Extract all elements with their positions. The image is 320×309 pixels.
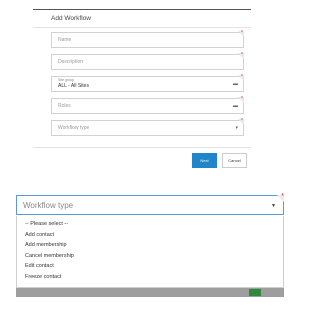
add-workflow-dialog: Add Workflow Name * Description * Site g…: [33, 0, 251, 180]
panel-top-border: [33, 9, 251, 10]
next-button[interactable]: Next: [192, 153, 217, 168]
chevron-down-icon: ▾: [271, 203, 275, 209]
dialog-title: Add Workflow: [51, 15, 91, 22]
site-group-value: ALL - All Sites: [58, 83, 89, 89]
background-green-button: [249, 289, 261, 296]
footer-divider: [33, 147, 251, 148]
name-field[interactable]: Name *: [51, 30, 244, 48]
site-group-select[interactable]: Site group ALL - All Sites ▬ *: [51, 74, 244, 92]
option-freeze-contact[interactable]: Freeze contact: [17, 272, 283, 283]
required-asterisk: *: [281, 193, 284, 200]
description-placeholder: Description: [58, 59, 84, 65]
background-footer-bar: [16, 288, 284, 297]
required-asterisk: *: [241, 30, 243, 36]
option-please-select[interactable]: -- Please select --: [17, 219, 283, 230]
required-asterisk: *: [241, 74, 243, 80]
chevron-down-icon: ▾: [235, 125, 238, 131]
roles-placeholder: Roles: [58, 103, 71, 109]
dropdown-bar-icon: ▬: [233, 103, 238, 109]
required-asterisk: *: [241, 52, 243, 58]
roles-select[interactable]: Roles ▬ *: [51, 96, 244, 114]
required-asterisk: *: [241, 118, 243, 124]
option-add-membership[interactable]: Add membership: [17, 240, 283, 251]
workflow-type-options-list: -- Please select -- Add contact Add memb…: [16, 216, 284, 288]
option-edit-contact[interactable]: Edit contact: [17, 261, 283, 272]
option-cancel-membership[interactable]: Cancel membership: [17, 251, 283, 262]
workflow-type-dropdown-zoomed[interactable]: Workflow type ▾ *: [16, 193, 284, 215]
site-group-label: Site group: [58, 78, 74, 82]
required-asterisk: *: [241, 96, 243, 102]
dropdown-bar-icon: ▬: [233, 81, 238, 87]
workflow-type-placeholder: Workflow type: [58, 125, 90, 131]
cancel-button[interactable]: Cancel: [222, 153, 247, 168]
option-add-contact[interactable]: Add contact: [17, 230, 283, 241]
workflow-type-select[interactable]: Workflow type ▾ *: [51, 118, 244, 136]
title-divider: [33, 27, 251, 28]
description-field[interactable]: Description *: [51, 52, 244, 70]
name-placeholder: Name: [58, 37, 72, 43]
workflow-type-placeholder: Workflow type: [23, 201, 74, 210]
